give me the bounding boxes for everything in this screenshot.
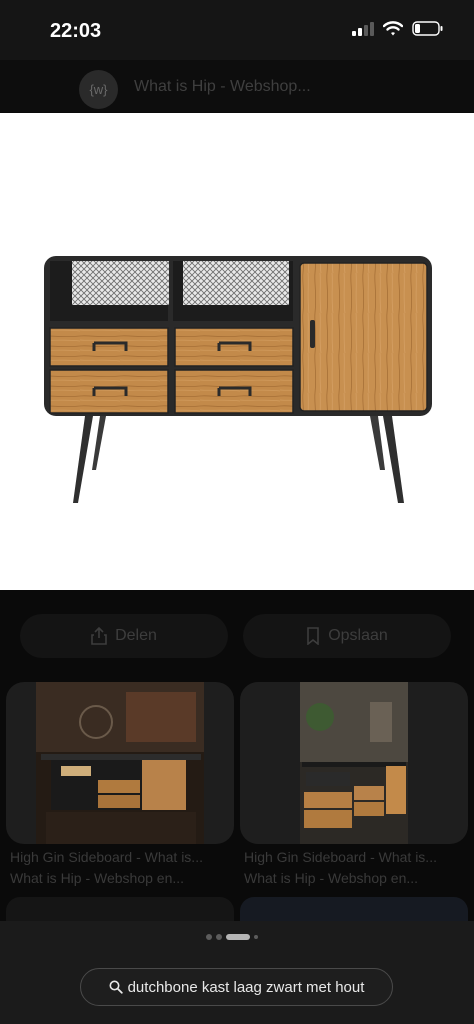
related-image-card[interactable]: [6, 682, 234, 844]
signal-icon: [352, 21, 374, 36]
save-button[interactable]: Opslaan: [243, 614, 451, 658]
related-image: [300, 682, 408, 844]
pagination-dots: [206, 934, 258, 940]
sideboard-legs: [73, 416, 404, 503]
related-source: What is Hip - Webshop en...: [244, 870, 419, 886]
bookmark-icon: [307, 627, 320, 645]
status-bar: 22:03: [0, 0, 474, 60]
related-image: [36, 682, 204, 844]
pagination-dot: [216, 934, 222, 940]
save-label: Opslaan: [328, 627, 388, 644]
battery-icon: [412, 21, 443, 36]
pagination-dot-active: [226, 934, 250, 940]
source-title[interactable]: What is Hip - Webshop...: [134, 78, 311, 96]
search-icon: [109, 980, 123, 994]
source-logo[interactable]: {w}: [79, 70, 118, 109]
related-title[interactable]: High Gin Sideboard - What is...: [10, 849, 203, 865]
wifi-icon: [383, 21, 403, 36]
related-image-card[interactable]: [240, 682, 468, 844]
search-query-pill[interactable]: dutchbone kast laag zwart met hout: [80, 968, 393, 1006]
share-button[interactable]: Delen: [20, 614, 228, 658]
search-query-text: dutchbone kast laag zwart met hout: [127, 978, 365, 996]
share-label: Delen: [115, 627, 157, 644]
sideboard-door: [299, 262, 428, 412]
status-time: 22:03: [50, 20, 102, 42]
related-title[interactable]: High Gin Sideboard - What is...: [244, 849, 437, 865]
share-icon: [91, 627, 107, 645]
pagination-dot: [254, 935, 258, 939]
related-source: What is Hip - Webshop en...: [10, 870, 185, 886]
sideboard-illustration: [44, 256, 432, 503]
pagination-dot: [206, 934, 212, 940]
product-image[interactable]: [0, 113, 474, 590]
status-icons: [352, 21, 444, 36]
